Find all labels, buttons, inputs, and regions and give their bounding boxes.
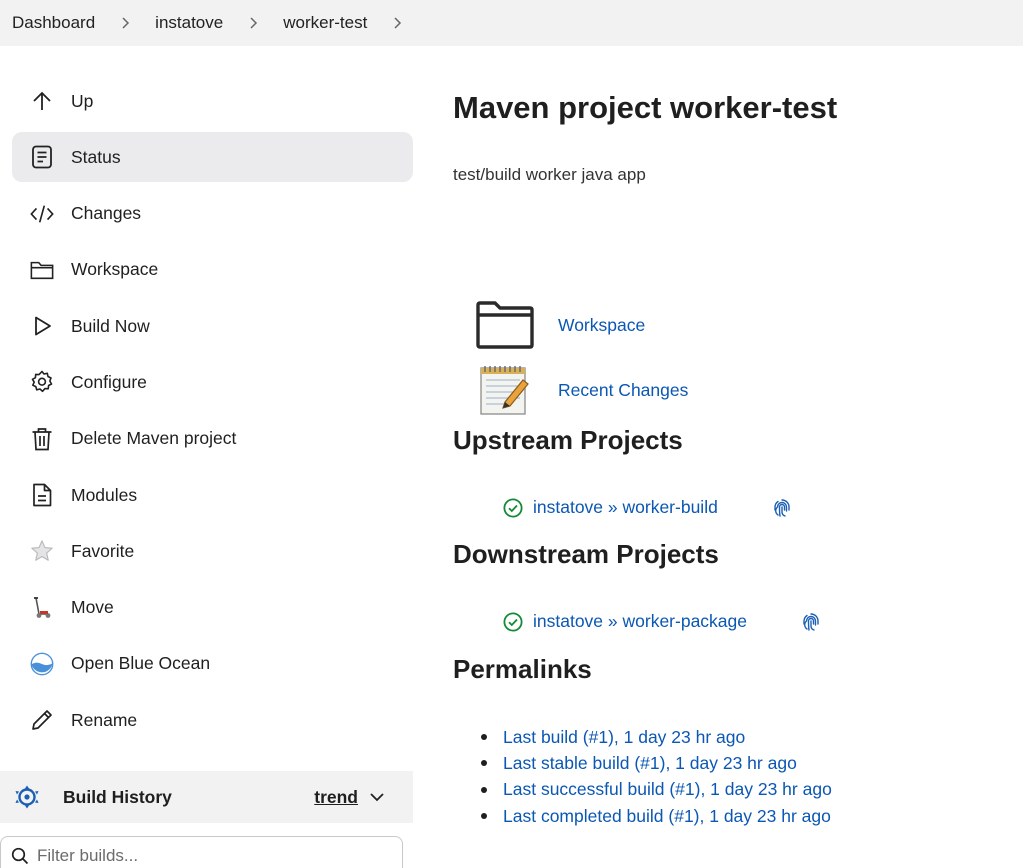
downstream-project-link[interactable]: instatove » worker-package — [533, 611, 747, 632]
build-history-icon — [15, 785, 39, 809]
sidebar-item-label: Modules — [71, 484, 138, 505]
chevron-right-icon[interactable] — [391, 16, 405, 30]
sidebar-item-label: Move — [71, 597, 114, 618]
list-item: Last successful build (#1), 1 day 23 hr … — [481, 777, 832, 803]
permalink-last-completed-build[interactable]: Last completed build (#1), 1 day 23 hr a… — [503, 806, 831, 827]
breadcrumb-worker-test[interactable]: worker-test — [283, 13, 367, 33]
downstream-project-row: instatove » worker-package — [503, 611, 820, 632]
permalinks-title: Permalinks — [453, 654, 592, 684]
sidebar-item-label: Build Now — [71, 315, 150, 336]
bullet — [481, 734, 487, 741]
workspace-link[interactable]: Workspace — [558, 315, 645, 336]
list-item: Last completed build (#1), 1 day 23 hr a… — [481, 803, 832, 829]
gear-icon — [30, 370, 54, 394]
folder-icon — [30, 258, 54, 282]
bullet — [481, 786, 487, 793]
upstream-project-row: instatove » worker-build — [503, 497, 791, 518]
permalink-last-successful-build[interactable]: Last successful build (#1), 1 day 23 hr … — [503, 779, 832, 800]
build-history-header: Build History trend — [0, 771, 413, 823]
bullet — [481, 760, 487, 767]
trend-link[interactable]: trend — [314, 787, 358, 808]
sidebar-item-delete-maven-project[interactable]: Delete Maven project — [12, 414, 413, 464]
chevron-right-icon — [119, 16, 133, 30]
sidebar-item-label: Status — [71, 146, 121, 167]
sidebar-item-label: Changes — [71, 203, 142, 224]
breadcrumb-instatove[interactable]: instatove — [155, 13, 223, 33]
sidebar-item-label: Open Blue Ocean — [71, 653, 211, 674]
upstream-projects-title: Upstream Projects — [453, 425, 683, 455]
filter-builds-input[interactable] — [37, 846, 377, 866]
sidebar-item-configure[interactable]: Configure — [12, 357, 413, 407]
chevron-down-icon[interactable] — [368, 788, 386, 806]
sidebar-item-favorite[interactable]: Favorite — [12, 526, 413, 576]
sidebar-item-status[interactable]: Status — [12, 132, 413, 183]
blue-ocean-icon — [30, 652, 54, 676]
sidebar-item-open-blue-ocean[interactable]: Open Blue Ocean — [12, 639, 413, 689]
document-icon — [30, 145, 54, 169]
page-title: Maven project worker-test — [453, 90, 838, 125]
fingerprint-icon[interactable] — [773, 498, 791, 518]
sidebar: Up Status Changes Workspace Build Now Co… — [12, 76, 413, 752]
star-icon — [30, 539, 54, 563]
notepad-icon — [480, 366, 529, 415]
scooter-icon — [30, 596, 54, 620]
success-check-icon — [503, 611, 523, 632]
code-icon — [30, 202, 54, 226]
pencil-icon — [30, 708, 54, 732]
permalink-last-stable-build[interactable]: Last stable build (#1), 1 day 23 hr ago — [503, 753, 797, 774]
sidebar-item-label: Configure — [71, 371, 147, 392]
fingerprint-icon[interactable] — [802, 612, 820, 632]
recent-changes-link-row: Recent Changes — [475, 362, 688, 418]
success-check-icon — [503, 497, 523, 518]
sidebar-item-label: Favorite — [71, 540, 135, 561]
permalinks-list: Last build (#1), 1 day 23 hr ago Last st… — [481, 724, 832, 829]
list-item: Last stable build (#1), 1 day 23 hr ago — [481, 750, 832, 776]
arrow-up-icon — [30, 89, 54, 113]
chevron-right-icon — [247, 16, 261, 30]
sidebar-item-workspace[interactable]: Workspace — [12, 245, 413, 295]
downstream-projects-title: Downstream Projects — [453, 539, 719, 569]
sidebar-item-label: Up — [71, 90, 94, 111]
project-description: test/build worker java app — [453, 165, 646, 184]
sidebar-item-move[interactable]: Move — [12, 583, 413, 633]
sidebar-item-up[interactable]: Up — [12, 76, 413, 126]
trash-icon — [30, 427, 54, 451]
search-icon — [11, 847, 29, 865]
breadcrumb-dashboard[interactable]: Dashboard — [12, 13, 95, 33]
file-icon — [30, 483, 54, 507]
main-content: Maven project worker-test test/build wor… — [453, 0, 1013, 868]
filter-builds-field — [0, 836, 403, 868]
sidebar-item-label: Workspace — [71, 259, 159, 280]
play-icon — [30, 314, 54, 338]
recent-changes-link[interactable]: Recent Changes — [558, 380, 688, 401]
permalink-last-build[interactable]: Last build (#1), 1 day 23 hr ago — [503, 727, 745, 748]
sidebar-item-label: Delete Maven project — [71, 428, 237, 449]
list-item: Last build (#1), 1 day 23 hr ago — [481, 724, 832, 750]
sidebar-item-label: Rename — [71, 709, 138, 730]
sidebar-item-build-now[interactable]: Build Now — [12, 301, 413, 351]
folder-icon — [476, 301, 534, 349]
workspace-link-row: Workspace — [475, 300, 645, 350]
sidebar-item-rename[interactable]: Rename — [12, 695, 413, 745]
sidebar-item-changes[interactable]: Changes — [12, 189, 413, 239]
sidebar-item-modules[interactable]: Modules — [12, 470, 413, 520]
bullet — [481, 813, 487, 820]
upstream-project-link[interactable]: instatove » worker-build — [533, 497, 718, 518]
build-history-title: Build History — [63, 786, 172, 807]
